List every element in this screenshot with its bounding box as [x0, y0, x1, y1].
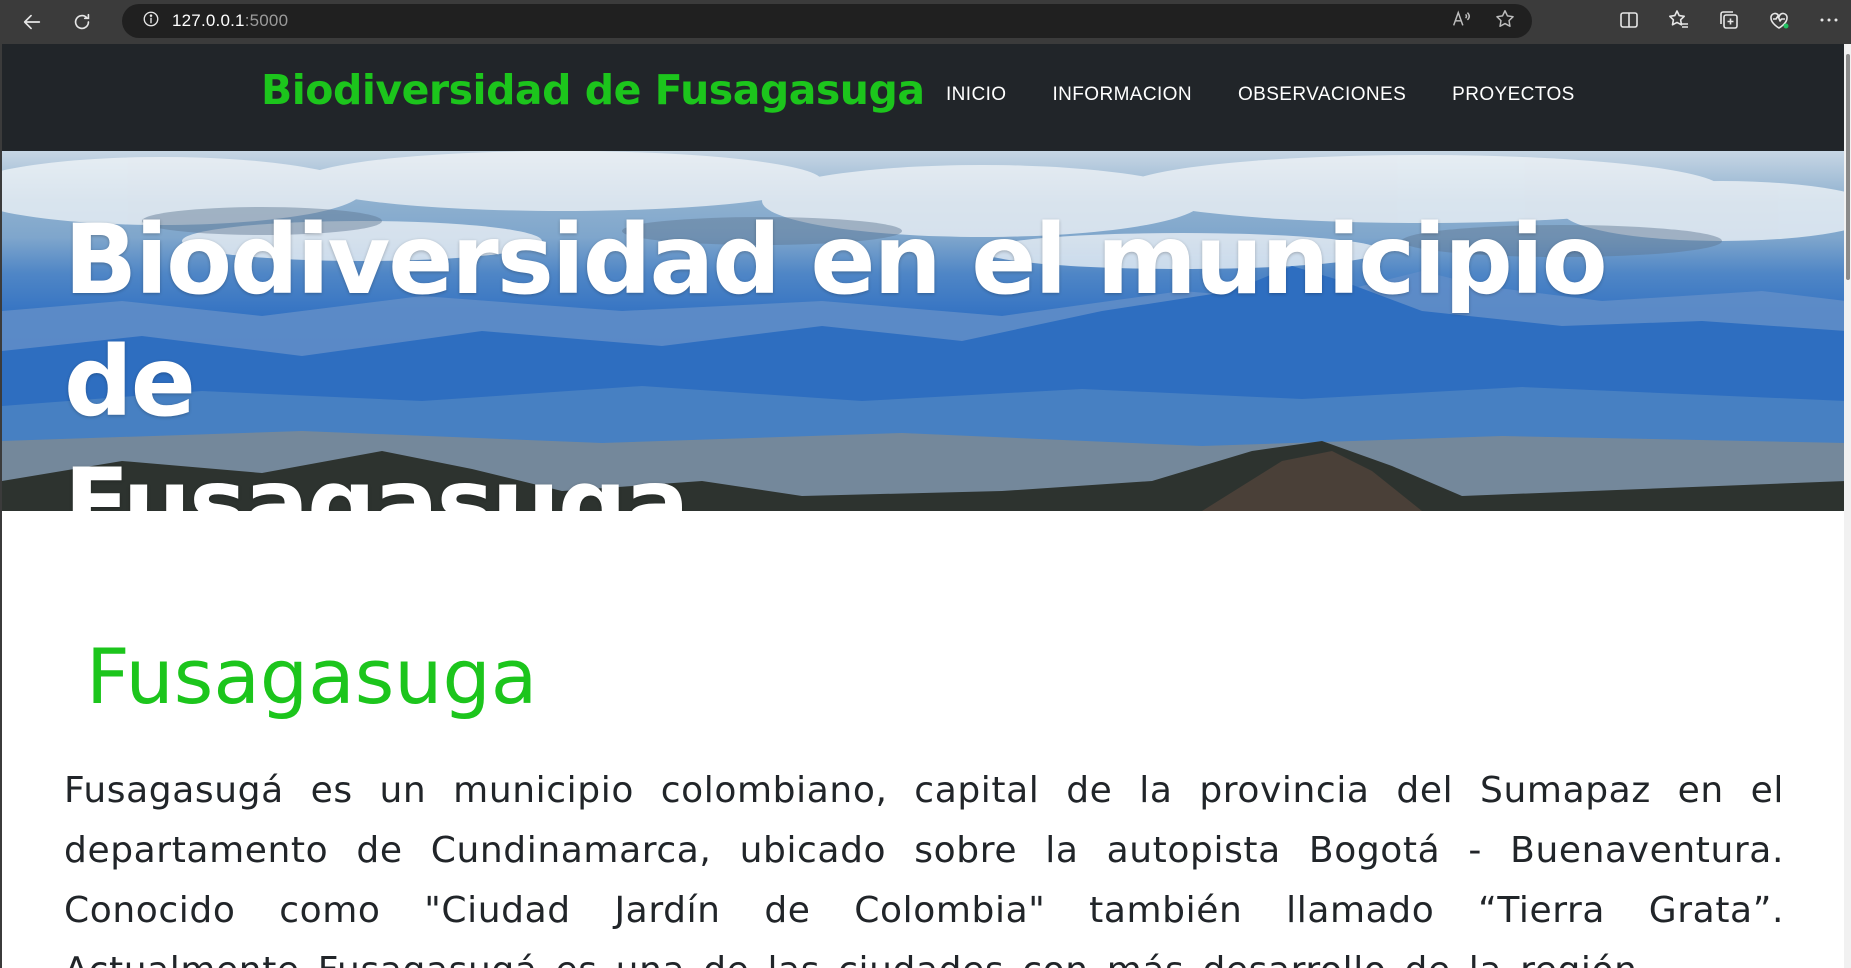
scrollbar-thumb[interactable] — [1846, 54, 1850, 280]
page-viewport: Biodiversidad de Fusagasuga INICIO INFOR… — [0, 44, 1851, 968]
nav-link-proyectos[interactable]: PROYECTOS — [1452, 84, 1575, 106]
hero-title-line2: Fusagasuga — [64, 448, 690, 511]
site-navbar: Biodiversidad de Fusagasuga INICIO INFOR… — [2, 44, 1846, 151]
site-brand[interactable]: Biodiversidad de Fusagasuga — [261, 66, 925, 114]
hero-title-line1: Biodiversidad en el municipio de — [64, 204, 1608, 438]
page-scrollbar[interactable] — [1844, 44, 1851, 968]
hero-banner: Biodiversidad en el municipio de Fusagas… — [2, 151, 1846, 511]
split-screen-icon[interactable] — [1617, 8, 1641, 36]
browser-essentials-icon[interactable] — [1767, 8, 1791, 36]
section-paragraph: Fusagasugá es un municipio colombiano, c… — [64, 770, 1784, 968]
collections-icon[interactable] — [1717, 8, 1741, 36]
nav-link-observaciones[interactable]: OBSERVACIONES — [1238, 84, 1406, 106]
address-bar[interactable]: 127.0.0.1:5000 — [122, 4, 1532, 38]
favorite-star-icon[interactable] — [1494, 8, 1516, 34]
back-arrow-icon[interactable] — [18, 8, 46, 36]
nav-link-inicio[interactable]: INICIO — [946, 84, 1006, 106]
url-host: 127.0.0.1 — [172, 11, 245, 30]
nav-link-informacion[interactable]: INFORMACION — [1052, 84, 1192, 106]
main-nav: INICIO INFORMACION OBSERVACIONES PROYECT… — [946, 84, 1575, 106]
url-text[interactable]: 127.0.0.1:5000 — [172, 11, 288, 31]
url-port: :5000 — [244, 11, 289, 30]
more-menu-icon[interactable] — [1817, 8, 1841, 36]
section-title: Fusagasuga — [86, 632, 538, 721]
refresh-icon[interactable] — [68, 8, 96, 36]
browser-toolbar: 127.0.0.1:5000 — [0, 0, 1851, 44]
favorites-icon[interactable] — [1667, 8, 1691, 36]
hero-title: Biodiversidad en el municipio de Fusagas… — [64, 199, 1664, 511]
read-aloud-icon[interactable] — [1450, 8, 1472, 34]
site-info-icon[interactable] — [142, 10, 160, 32]
